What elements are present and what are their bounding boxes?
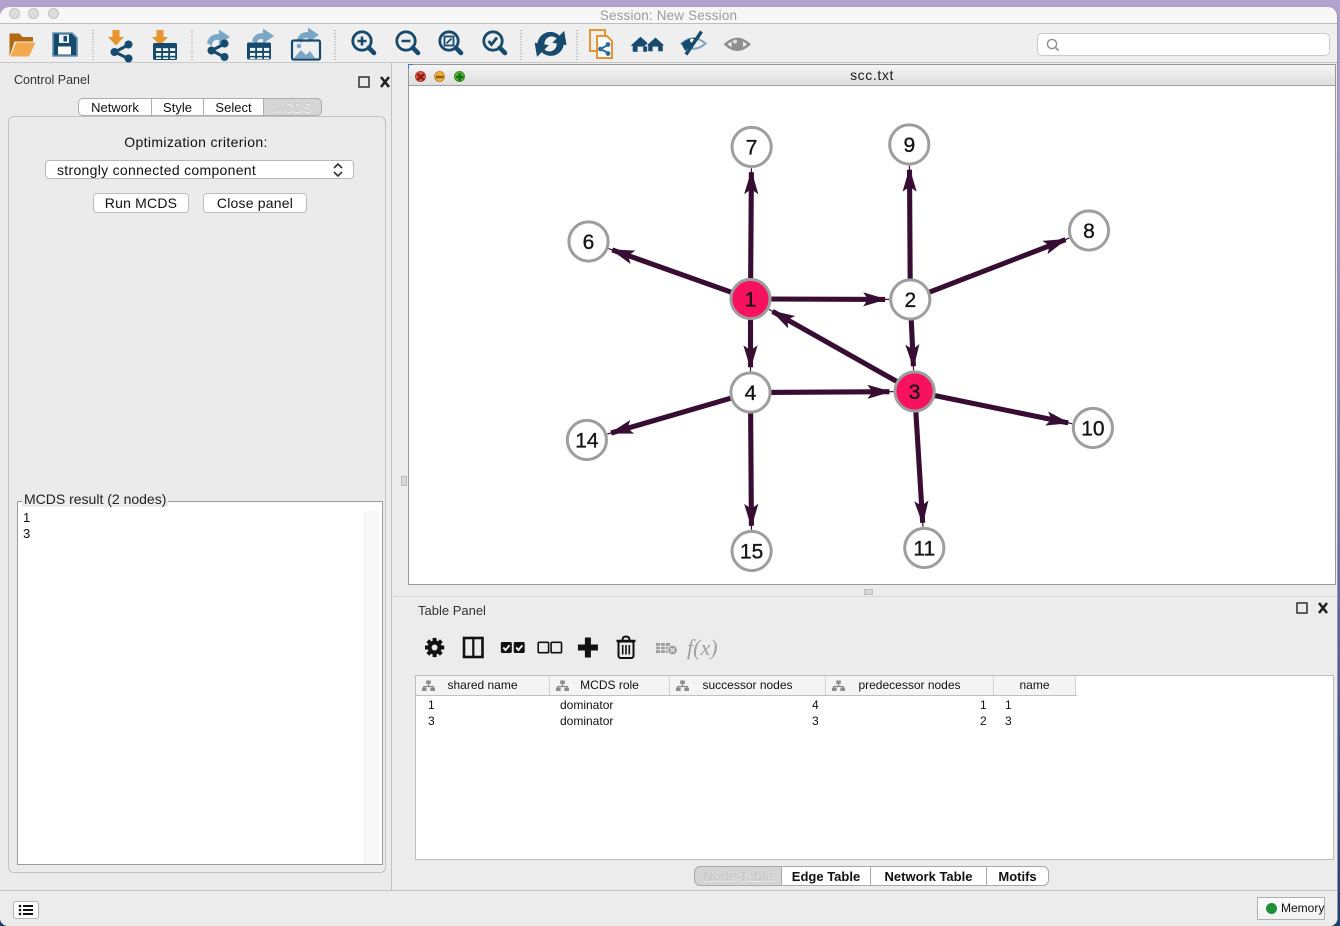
svg-text:6: 6 [583, 231, 595, 254]
svg-text:8: 8 [1083, 220, 1095, 243]
svg-text:14: 14 [575, 430, 599, 453]
svg-text:11: 11 [913, 538, 935, 561]
svg-text:15: 15 [740, 541, 763, 564]
svg-text:7: 7 [746, 137, 758, 160]
svg-text:2: 2 [904, 289, 916, 312]
svg-text:4: 4 [745, 382, 757, 405]
svg-text:1: 1 [745, 289, 757, 312]
svg-text:10: 10 [1081, 418, 1104, 441]
svg-text:9: 9 [903, 134, 915, 157]
svg-text:f(x): f(x) [687, 635, 718, 660]
svg-text:3: 3 [909, 381, 921, 404]
